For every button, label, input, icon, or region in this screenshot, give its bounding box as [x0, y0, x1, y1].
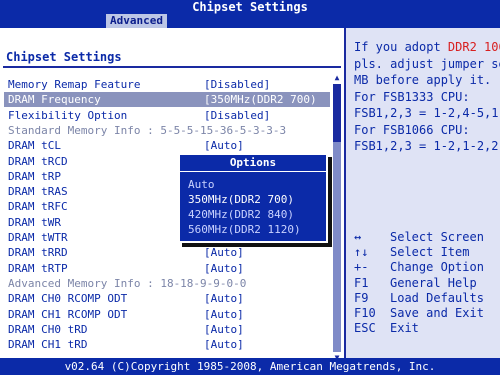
- setting-label: DRAM CH0 RCOMP ODT: [8, 292, 128, 306]
- help-text: For FSB1333 CPU:: [354, 89, 470, 104]
- setting-label: DRAM tRAS: [8, 185, 68, 199]
- help-text: For FSB1066 CPU:: [354, 122, 470, 137]
- key-description: Save and Exit: [390, 306, 484, 320]
- footer-copyright: v02.64 (C)Copyright 1985-2008, American …: [0, 358, 500, 375]
- setting-label: DRAM CH1 RCOMP ODT: [8, 307, 128, 321]
- setting-label: DRAM tRRD: [8, 246, 68, 260]
- option-item[interactable]: 560MHz(DDR2 1120): [188, 222, 301, 237]
- setting-label: DRAM Frequency: [8, 93, 101, 107]
- window-title: Chipset Settings: [192, 0, 308, 14]
- setting-label: DRAM tRTP: [8, 261, 68, 275]
- setting-value[interactable]: [Auto]: [204, 138, 244, 153]
- key-description: General Help: [390, 275, 477, 290]
- setting-label: DRAM tCL: [8, 139, 61, 153]
- help-text: FSB1,2,3 = 1-2,4-5,1-2: [354, 106, 500, 120]
- help-text: If you adopt: [354, 40, 448, 54]
- help-text: pls. adjust jumper set: [354, 56, 500, 71]
- key-label: ESC: [354, 321, 376, 336]
- help-text: FSB1,2,3 = 1-2,1-2,2-3: [354, 139, 500, 153]
- setting-value[interactable]: [Auto]: [204, 291, 244, 306]
- setting-value[interactable]: [Auto]: [204, 245, 244, 260]
- setting-value[interactable]: [Auto]: [204, 307, 244, 322]
- setting-value[interactable]: [350MHz(DDR2 700): [204, 92, 317, 107]
- key-description: Change Option: [390, 260, 484, 275]
- setting-label: DRAM CH1 tRD: [8, 338, 88, 352]
- scrollbar[interactable]: ▲ ▼: [333, 74, 341, 362]
- key-description: Select Screen: [390, 230, 484, 244]
- setting-label: Advanced Memory Info : 18-18-9-9-0-0: [8, 276, 247, 290]
- setting-label: Standard Memory Info : 5-5-5-15-36-5-3-3…: [8, 123, 287, 137]
- option-item[interactable]: 420MHz(DDR2 840): [188, 207, 294, 222]
- setting-label: Flexibility Option: [8, 108, 128, 122]
- setting-row[interactable]: DRAM Frequency [350MHz(DDR2 700): [4, 92, 330, 108]
- setting-label: DRAM tRP: [8, 169, 61, 183]
- key-label: ↑↓: [354, 245, 369, 260]
- popup-title: Options: [180, 155, 326, 172]
- help-text-line: For FSB1333 CPU:: [354, 90, 470, 105]
- help-text-line: For FSB1066 CPU:: [354, 123, 470, 138]
- key-description: Select Item: [390, 245, 470, 260]
- setting-value[interactable]: [Auto]: [204, 337, 244, 352]
- setting-label: DRAM CH0 tRD: [8, 322, 88, 336]
- key-description: Exit: [390, 321, 419, 336]
- setting-label: DRAM tRFC: [8, 200, 68, 214]
- setting-value[interactable]: [Auto]: [204, 261, 244, 276]
- option-item[interactable]: 350MHz(DDR2 700): [188, 192, 294, 207]
- key-label: +-: [354, 260, 369, 275]
- help-text-line: FSB1,2,3 = 1-2,1-2,2-3: [354, 139, 500, 154]
- help-text: DDR2 1066: [447, 40, 500, 54]
- scroll-thumb[interactable]: [333, 84, 341, 142]
- help-text-line: MB before apply it.: [354, 73, 491, 88]
- help-text-line: If you adopt DDR2 1066: [354, 40, 500, 55]
- setting-value[interactable]: [Disabled]: [204, 77, 270, 92]
- tab-advanced[interactable]: Advanced: [106, 14, 167, 28]
- key-label: F10: [354, 306, 376, 320]
- setting-value[interactable]: [Disabled]: [204, 108, 270, 123]
- setting-label: DRAM tWTR: [8, 231, 68, 244]
- option-item[interactable]: Auto: [188, 177, 215, 192]
- key-label: ↔: [354, 230, 362, 244]
- help-text-line: FSB1,2,3 = 1-2,4-5,1-2: [354, 106, 500, 121]
- title-bar: Chipset Settings Advanced: [0, 0, 500, 28]
- panel-title: Chipset Settings: [6, 50, 122, 64]
- setting-label: Memory Remap Feature: [8, 78, 141, 91]
- key-description: Load Defaults: [390, 290, 484, 305]
- options-popup: Options Auto 350MHz(DDR2 700) 420MHz(DDR2 …: [178, 153, 328, 243]
- key-label: F1: [354, 275, 369, 290]
- setting-label: DRAM tWR: [8, 215, 61, 229]
- key-label: F9: [354, 290, 369, 305]
- help-text-line: pls. adjust jumper set: [354, 57, 500, 72]
- scroll-up-icon[interactable]: ▲: [333, 74, 341, 82]
- help-text: MB before apply it.: [354, 73, 492, 87]
- setting-label: DRAM tRCD: [8, 154, 68, 168]
- title-divider: [3, 66, 341, 68]
- setting-value[interactable]: [Auto]: [204, 322, 244, 337]
